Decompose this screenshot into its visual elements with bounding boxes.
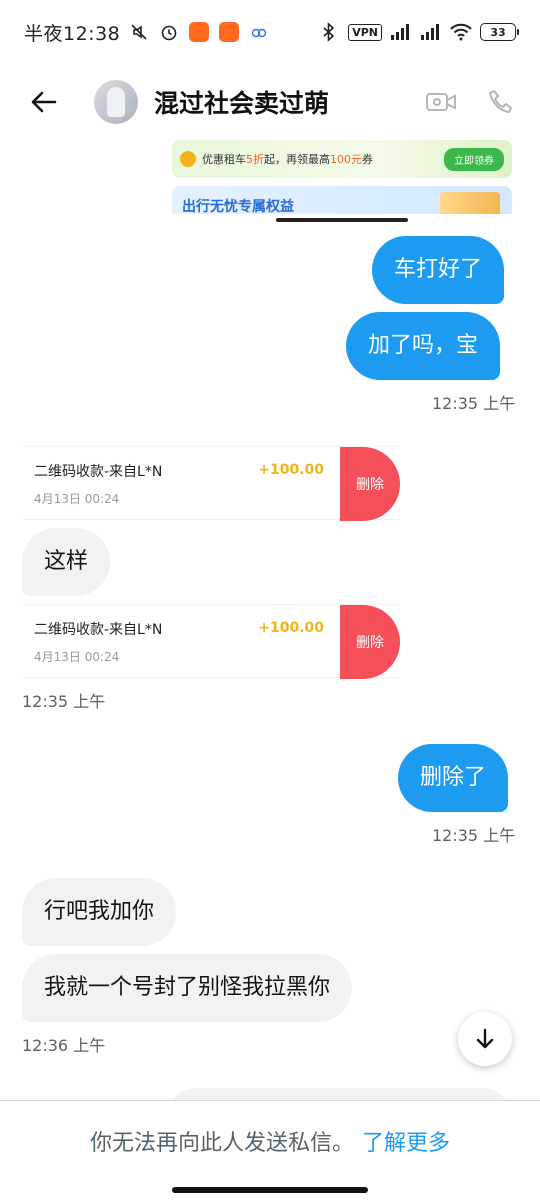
phone-call-button[interactable] — [484, 85, 518, 119]
delete-button[interactable]: 删除 — [340, 447, 400, 521]
message-incoming[interactable]: 这样 — [22, 528, 111, 596]
ad-banner[interactable]: 优惠租车5折起，再领最高100元券 立即领券 出行无忧专属权益 — [166, 140, 512, 214]
bluetooth-icon — [318, 21, 340, 43]
message-timestamp: 12:35 上午 — [432, 826, 516, 845]
ad-text: 优惠租车5折起，再领最高100元券 — [202, 153, 373, 166]
overlay-drag-handle[interactable] — [276, 218, 408, 222]
message-incoming[interactable]: 行吧我加你 — [22, 878, 177, 946]
payment-card[interactable]: 二维码收款-来自L*N 4月13日 00:24 +100.00 删除 — [22, 604, 400, 679]
payment-amount: +100.00 — [258, 462, 324, 478]
signal-icon — [420, 21, 442, 43]
payment-card-body: 二维码收款-来自L*N 4月13日 00:24 +100.00 — [22, 447, 340, 519]
message-timestamp: 12:36 上午 — [22, 1036, 106, 1055]
dm-disabled-footer: 你无法再向此人发送私信。 了解更多 — [0, 1100, 540, 1200]
message-outgoing[interactable]: 删除了 — [398, 744, 509, 812]
video-call-icon — [426, 93, 456, 111]
scroll-to-bottom-button[interactable] — [458, 1012, 512, 1066]
back-button[interactable] — [22, 80, 66, 124]
payment-card-body: 二维码收款-来自L*N 4月13日 00:24 +100.00 — [22, 605, 340, 677]
message-text: 删除了 — [420, 765, 487, 790]
alarm-icon — [158, 21, 180, 43]
mute-icon — [128, 21, 150, 43]
message-text: 这样 — [44, 549, 89, 574]
notice-text: 你无法再向此人发送私信。 — [89, 1131, 354, 1156]
message-text: 车打好了 — [394, 257, 483, 282]
video-icon — [218, 21, 240, 43]
dm-disabled-notice: 你无法再向此人发送私信。 了解更多 — [0, 1125, 540, 1157]
home-indicator[interactable] — [172, 1187, 368, 1193]
message-text: 加了吗，宝 — [368, 333, 479, 358]
wifi-icon — [450, 21, 472, 43]
chat-title[interactable]: 混过社会卖过萌 — [154, 84, 329, 120]
status-time: 半夜12:38 — [24, 22, 121, 45]
chat-header: 混过社会卖过萌 — [0, 64, 540, 140]
phone-icon — [489, 90, 512, 113]
header-actions — [424, 85, 518, 119]
message-outgoing[interactable]: 加了吗，宝 — [346, 312, 501, 380]
battery-indicator: 33 — [480, 23, 519, 41]
ad-claim-button[interactable]: 立即领券 — [444, 147, 504, 171]
payment-date: 4月13日 00:24 — [34, 650, 120, 664]
ad-benefits-title: 出行无忧专属权益 — [182, 199, 294, 214]
vpn-badge: VPN — [348, 23, 382, 41]
message-text: 行吧我加你 — [44, 899, 155, 924]
ad-coupon-row[interactable]: 优惠租车5折起，再领最高100元券 立即领券 — [172, 140, 512, 178]
app-icon — [188, 21, 210, 43]
signal-icon — [390, 21, 412, 43]
status-left: 半夜12:38 — [24, 19, 270, 46]
coin-icon — [180, 151, 196, 167]
payment-date: 4月13日 00:24 — [34, 492, 120, 506]
message-timestamp: 12:35 上午 — [432, 394, 516, 413]
message-incoming[interactable]: 我就一个号封了别怪我拉黑你 — [22, 954, 353, 1022]
status-bar: 半夜12:38 VPN 33 — [0, 0, 540, 64]
learn-more-link[interactable]: 了解更多 — [362, 1131, 450, 1156]
payment-card[interactable]: 二维码收款-来自L*N 4月13日 00:24 +100.00 删除 — [22, 446, 400, 521]
link-icon — [248, 21, 270, 43]
message-timestamp: 12:35 上午 — [22, 692, 106, 711]
arrow-down-icon — [476, 1028, 494, 1049]
delete-button[interactable]: 删除 — [340, 605, 400, 679]
video-call-button[interactable] — [424, 85, 458, 119]
avatar[interactable] — [94, 80, 138, 124]
ad-benefits-row[interactable]: 出行无忧专属权益 — [172, 186, 512, 214]
status-right: VPN 33 — [318, 21, 519, 43]
payment-amount: +100.00 — [258, 620, 324, 636]
arrow-left-icon — [31, 91, 57, 113]
message-outgoing[interactable]: 车打好了 — [372, 236, 505, 304]
message-text: 我就一个号封了别怪我拉黑你 — [44, 975, 331, 1000]
